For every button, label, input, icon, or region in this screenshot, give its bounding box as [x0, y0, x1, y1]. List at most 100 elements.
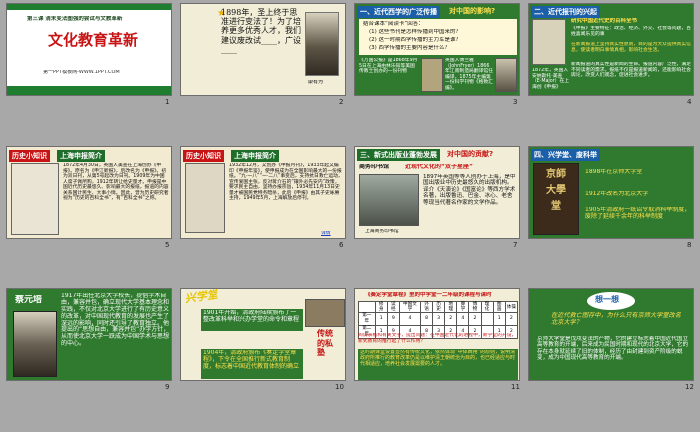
cai-yuanpei-portrait — [13, 311, 57, 377]
slide-7-title-bar: 三、新式出版业蓬勃发展 — [357, 149, 440, 161]
slide-10-side-label: 传统的私塾 — [317, 329, 333, 358]
slide-thumbnail-3[interactable]: 一、近代西学的广泛传播 对中国的影响? 结合课本“阅读卡”回答： (1) 这些书… — [354, 3, 520, 96]
slide-12-question: 在近代救亡图存中，为什么只有京师大学堂改名北京大学？ — [551, 312, 681, 327]
slide-thumbnail-1[interactable]: 第三课 清末变法图强的尝试与文教革新 文化教育革新 第一PPT模板网-WWW.1… — [6, 3, 172, 96]
slide-number-5: 5 — [165, 241, 170, 249]
table-cell: 9 — [386, 312, 400, 327]
slide-9-text: 1917年出任北京大学校长，提倡学术自由，兼容并包，确立现代大学基本理念和实践，… — [61, 293, 170, 348]
slide-3-question-2: (2) 这一时期西学传播的主力军是谁？ — [369, 37, 462, 43]
slide-8-item-2: 1912年改名为北京大学 — [585, 191, 649, 197]
slide-thumbnail-4[interactable]: 二、近代报刊的兴起 研究中国近代史的百科全书 《申报》主要特征：政治、经济、外交… — [528, 3, 694, 96]
table-cell: 第一年 — [358, 312, 376, 327]
slide-3-question-head: 结合课本“阅读卡”回答： — [363, 21, 424, 27]
slide-number-10: 10 — [335, 383, 344, 391]
slide-number-9: 9 — [165, 383, 170, 391]
table-header-cell: 算学 — [456, 300, 470, 314]
table-cell: 4 — [456, 312, 470, 327]
slide-7-org: 商务印书馆 — [359, 164, 390, 170]
table-cell — [480, 312, 494, 327]
slide-number-3: 3 — [513, 98, 518, 106]
slide-4-caption: 1872年，英国人安纳斯托·美查（E·Major）在上海创《申报》 — [532, 68, 570, 90]
slide-thumbnail-9[interactable]: 蔡元培 1917年出任北京大学校长，提倡学术自由，兼容并包，确立现代大学基本理念… — [6, 288, 172, 381]
slide-6-title-bar: 上海申报简介 — [231, 150, 279, 162]
slide-4-title-bar: 二、近代报刊的兴起 — [531, 6, 600, 18]
slide-11-summary: 这时期课堂设置显然有传统文化，依然体现“中体西用”的原则，说明清政府所推行的教育… — [360, 350, 516, 367]
slide-1-bottom-band — [7, 86, 171, 95]
table-header-cell: 体操 — [504, 300, 519, 314]
slide-4-body-2: 在新闻报道上坚持真实性原则，目的是为大众提供真实信息，使读者明白事情真相，影响社… — [571, 42, 691, 53]
slide-3-book-caption: 《万国公报》是1868年9月5日在上海由林乐知等美国传教士创办的一份刊物 — [359, 58, 418, 75]
slide-number-12: 12 — [685, 383, 694, 391]
slide-thumbnail-6[interactable]: 历史小知识 上海申报简介 1932年12月，又创办《申报月刊》，1933年起又编… — [180, 146, 346, 239]
slide-number-11: 11 — [511, 383, 520, 391]
slide-11-table-title: 《奏定学堂章程》里的中学堂一二年级的课程与课时 — [365, 292, 492, 298]
table-header-cell: 博物 — [468, 300, 482, 314]
slide-number-2: 2 — [339, 98, 344, 106]
slide-1-top-band — [7, 4, 171, 10]
slide-number-4: 4 — [687, 98, 692, 106]
slide-number-7: 7 — [513, 241, 518, 249]
table-header-cell: 中国文学 — [398, 300, 421, 314]
slide-thumbnail-11[interactable]: 《奏定学堂章程》里的中学堂一二年级的课程与课时 修身 读经 中国文学 外语 历史 地理 算学… — [354, 288, 520, 381]
table-header-cell: 读经 — [386, 300, 400, 314]
table-cell: 2 — [504, 312, 519, 327]
slide-12-bubble-text: 想一想 — [595, 295, 619, 304]
slide-thumbnail-12[interactable]: 想一想 在近代救亡图存中，为什么只有京师大学堂改名北京大学？ 京师大学堂是戊戌变… — [528, 288, 694, 381]
slide-3-person-portrait — [495, 58, 517, 92]
slide-thumbnail-2[interactable]: ★ 1898年，圣上终于思准进行变法了！为了培养更多优秀人才，我们建议废改试__… — [180, 3, 346, 96]
table-header-cell: 外语 — [419, 300, 434, 314]
slide-10-event-2: 1904年，清政府颁布《奏定学堂章程》，下令在全国推行新式教育制度，标志着中国近… — [203, 350, 300, 370]
slide-thumbnail-8[interactable]: 四、兴学堂、废科举 京師大學堂 1898年在京师大学堂 1912年改名为北京大学… — [528, 146, 694, 239]
slide-5-title-bar: 上海申报简介 — [57, 150, 105, 162]
slide-10-deco: 兴学堂 — [184, 288, 219, 306]
table-header-cell: 历史 — [432, 300, 446, 314]
slide-4-body-1: 《申报》主要特征：政治、经济、外交、社会等问题，百姓喜闻乐见的事 — [571, 26, 691, 37]
slide-3-title-bar: 一、近代西学的广泛传播 — [357, 6, 440, 18]
slide-2-text: 1898年，圣上终于思准进行变法了！为了培养更多优秀人才，我们建议废改试____… — [221, 8, 301, 54]
slide-number-6: 6 — [339, 241, 344, 249]
table-cell: 2 — [444, 312, 458, 327]
slide-6-link[interactable]: 详情 — [321, 231, 331, 237]
table-cell: 3 — [432, 312, 446, 327]
slide-3-subtitle: 对中国的影响? — [449, 7, 496, 15]
slide-thumbnail-5[interactable]: 历史小知识 上海申报简介 1872年4月30日，英国人美查在上海创办《申报》。原… — [6, 146, 172, 239]
slide-7-text: 1897年英国等等人创办于上海，是中国出版业中历史最悠久的出版机构。译介《天演论… — [423, 174, 516, 206]
slide-1-footer: 第一PPT模板网-WWW.1PPT.COM — [43, 70, 120, 75]
slide-thumbnail-7[interactable]: 三、新式出版业蓬勃发展 对中国的贡献? 商务印书馆 近现代文化的“双子星座” 上… — [354, 146, 520, 239]
slide-10-event-1: 1901年开始，清政府陆续颁布了一整改革科举和兴办学堂的命令和章程 — [203, 310, 300, 323]
slide-5-text: 1872年4月30日，英国人美查在上海创办《申报》。原名为《申江新报》，后改名为… — [63, 163, 169, 202]
slide-number-1: 1 — [165, 98, 170, 106]
table-row: 第一年 1 9 4 8 3 2 4 2 1 2 — [358, 312, 519, 327]
table-cell: 1 — [374, 312, 388, 327]
slide-6-tag: 历史小知识 — [183, 150, 224, 162]
slide-7-subtitle: 对中国的贡献? — [447, 150, 494, 158]
slide-6-text: 1932年12月，又创办《申报月刊》，1933年起又编印《申报年鉴》，使申报成为… — [229, 163, 343, 202]
table-cell: 1 — [492, 312, 506, 327]
table-header-cell: 图画 — [492, 300, 506, 314]
slide-8-item-3: 1905年清政府一纸诏令取消科举制度，废除了延续千余年的科举制度 — [585, 207, 691, 220]
slide-12-answer: 京师大学堂是戊戌变法的产物，它的建立标志着中国近代国立高等教育的开端，后来成为民… — [537, 336, 689, 362]
slide-7-building-image — [359, 174, 419, 226]
slide-8-title-bar: 四、兴学堂、废科举 — [531, 149, 600, 161]
table-header-cell: 理化 — [480, 300, 494, 314]
slide-4-body-3: 新闻报道的真实性是新闻的生命。报道内容广泛性，满足不同读者的需求。报纸不仅是报道… — [571, 62, 691, 79]
kang-youwei-portrait — [305, 12, 339, 76]
slide-11-note: 阅读表格和有关文字，提出问题：在中国近代化的进程中，新学堂的开设，新式教育的推行… — [358, 333, 517, 344]
slide-3-question-3: (3) 西学传播的主要内容是什么？ — [369, 45, 451, 51]
slide-1-title: 文化教育革新 — [47, 32, 138, 49]
slide-7-slogan: 近现代文化的“双子星座” — [405, 164, 473, 170]
table-cell: 8 — [419, 312, 434, 327]
slide-3-question-1: (1) 这些书刊是怎样传播到中国来的？ — [369, 29, 462, 35]
table-header-cell: 地理 — [444, 300, 458, 314]
table-header-cell — [358, 300, 376, 314]
slide-9-name: 蔡元培 — [15, 295, 43, 305]
slide-2-caption: 康有为 — [308, 80, 324, 85]
slide-number-8: 8 — [687, 241, 692, 249]
slide-4-newspaper-image — [532, 19, 566, 65]
slide-sorter-grid: 第三课 清末变法图强的尝试与文教革新 文化教育革新 第一PPT模板网-WWW.1… — [0, 0, 700, 432]
slide-3-book-image — [421, 58, 443, 92]
slide-thumbnail-10[interactable]: 兴学堂 1901年开始，清政府陆续颁布了一整改革科举和兴办学堂的命令和章程 19… — [180, 288, 346, 381]
table-cell: 2 — [468, 312, 482, 327]
slide-10-classroom-image — [305, 299, 345, 327]
table-header-cell: 修身 — [374, 300, 388, 314]
